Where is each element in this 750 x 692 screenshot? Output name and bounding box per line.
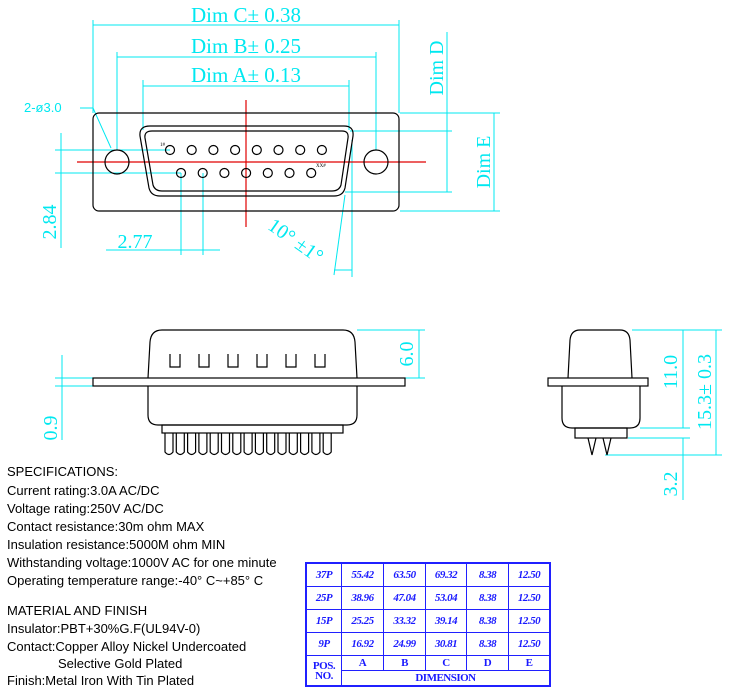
table-cell: 8.38 [466, 632, 509, 656]
pin-tail [266, 433, 276, 456]
table-cell: 8.38 [466, 609, 509, 633]
table-cell: 25P [305, 586, 342, 610]
specifications-title: SPECIFICATIONS: [7, 464, 118, 479]
pin-hole [251, 144, 262, 156]
column-header: A [341, 655, 384, 671]
table-cell: 55.42 [341, 562, 384, 587]
contact-slot [314, 354, 326, 368]
column-header: B [383, 655, 426, 671]
pin-hole [273, 144, 284, 156]
spec-line: Insulation resistance:5000M ohm MIN [7, 537, 226, 552]
pin-hole [316, 144, 327, 156]
table-cell: 8.38 [466, 562, 509, 587]
pin-hole [186, 144, 197, 156]
hole-label: 2-ø3.0 [24, 100, 62, 115]
side-view [92, 329, 406, 456]
table-cell: 69.32 [425, 562, 467, 587]
table-cell: 47.04 [383, 586, 426, 610]
material-line: Contact:Copper Alloy Nickel Undercoated [7, 639, 247, 654]
pin-tail [232, 433, 242, 456]
material-line: Finish:Metal Iron With Tin Plated [7, 673, 195, 688]
pin-tail [220, 433, 231, 456]
spec-line: Current rating:3.0A AC/DC [7, 483, 160, 498]
table-cell: 25.25 [341, 609, 384, 633]
table-cell: 33.32 [383, 609, 426, 633]
table-cell: 16.92 [341, 632, 384, 656]
pin-tail [198, 433, 208, 456]
dimension-header: DIMENSION [341, 670, 551, 687]
tail-length-label: 3.2 [660, 472, 682, 497]
table-row: 15P 25.25 33.32 39.14 8.38 12.50 [305, 609, 551, 633]
contact-slot [227, 354, 239, 368]
dim-c-label: Dim C± 0.38 [191, 3, 301, 27]
spec-line: Contact resistance:30m ohm MAX [7, 519, 205, 534]
dimension-table: 37P 55.42 63.50 69.32 8.38 12.50 25P 38.96 47.04… [305, 562, 551, 687]
table-cell: 37P [305, 562, 342, 587]
total-height-label: 15.3± 0.3 [694, 354, 716, 430]
table-cell: 12.50 [508, 609, 551, 633]
pin-first-label: 1# [160, 143, 166, 148]
pin-tail [164, 433, 174, 456]
table-cell: 12.50 [508, 562, 551, 587]
pitch-horizontal-label: 2.77 [118, 231, 153, 253]
spec-line: Operating temperature range:-40° C~+85° … [7, 573, 264, 588]
contact-slot [285, 354, 297, 368]
table-cell: 15P [305, 609, 342, 633]
spec-line: Voltage rating:250V AC/DC [7, 501, 164, 516]
angle-label: 10° ±1° [264, 214, 327, 268]
material-line: Selective Gold Plated [58, 656, 183, 671]
pin-hole [230, 144, 241, 156]
pin-hole [306, 167, 317, 179]
column-header: D [466, 655, 509, 671]
table-cell: 24.99 [383, 632, 426, 656]
pin-tail [175, 433, 185, 456]
table-cell: 39.14 [425, 609, 467, 633]
dim-e-label: Dim E [473, 136, 495, 189]
table-cell: 9P [305, 632, 342, 656]
dim-b-label: Dim B± 0.25 [191, 34, 301, 58]
pin-tail [277, 433, 287, 456]
flange-thickness-label: 0.9 [40, 416, 62, 441]
pin-hole [295, 144, 306, 156]
dim-a-label: Dim A± 0.13 [191, 63, 301, 87]
pin-tail [300, 433, 310, 456]
contact-slot [198, 354, 210, 368]
material-line: Insulator:PBT+30%G.F(UL94V-0) [7, 621, 201, 636]
table-cell: 30.81 [425, 632, 467, 656]
height-label: 11.0 [660, 355, 682, 389]
column-header: E [508, 655, 551, 671]
material-title: MATERIAL AND FINISH [7, 603, 148, 618]
table-cell: 38.96 [341, 586, 384, 610]
table-cell: 63.50 [383, 562, 426, 587]
shell-height-label: 6.0 [396, 342, 418, 367]
pin-tail [311, 433, 321, 456]
pin-tail [288, 433, 298, 456]
dim-d-label: Dim D [426, 41, 448, 96]
pin-tail [322, 433, 332, 456]
pin-hole [284, 167, 295, 179]
spec-line: Withstanding voltage:1000V AC for one mi… [7, 555, 277, 570]
pin-tail [187, 433, 197, 456]
pitch-vertical-label: 2.84 [39, 205, 61, 240]
table-cell: 53.04 [425, 586, 467, 610]
pin-hole [219, 167, 230, 179]
table-row: 37P 55.42 63.50 69.32 8.38 12.50 [305, 562, 551, 587]
pin-hole [208, 144, 219, 156]
pin-tail [254, 433, 264, 456]
table-cell: 8.38 [466, 586, 509, 610]
contact-slot [256, 354, 268, 368]
pos-no-header: POS. NO. [305, 655, 342, 687]
pin-last-label: XX# [316, 164, 326, 169]
contact-slot [169, 354, 181, 368]
pin-hole [262, 167, 273, 179]
table-row: 25P 38.96 47.04 53.04 8.38 12.50 [305, 586, 551, 610]
column-header: C [425, 655, 467, 671]
table-row: 9P 16.92 24.99 30.81 8.38 12.50 [305, 632, 551, 656]
pin-tail [243, 433, 253, 456]
end-view [547, 329, 649, 456]
connector-drawing: Dim C± 0.38 Dim B± 0.25 Dim A± 0.13 2-ø3… [0, 0, 750, 692]
table-cell: 12.50 [508, 586, 551, 610]
table-cell: 12.50 [508, 632, 551, 656]
pin-tail [209, 433, 219, 456]
